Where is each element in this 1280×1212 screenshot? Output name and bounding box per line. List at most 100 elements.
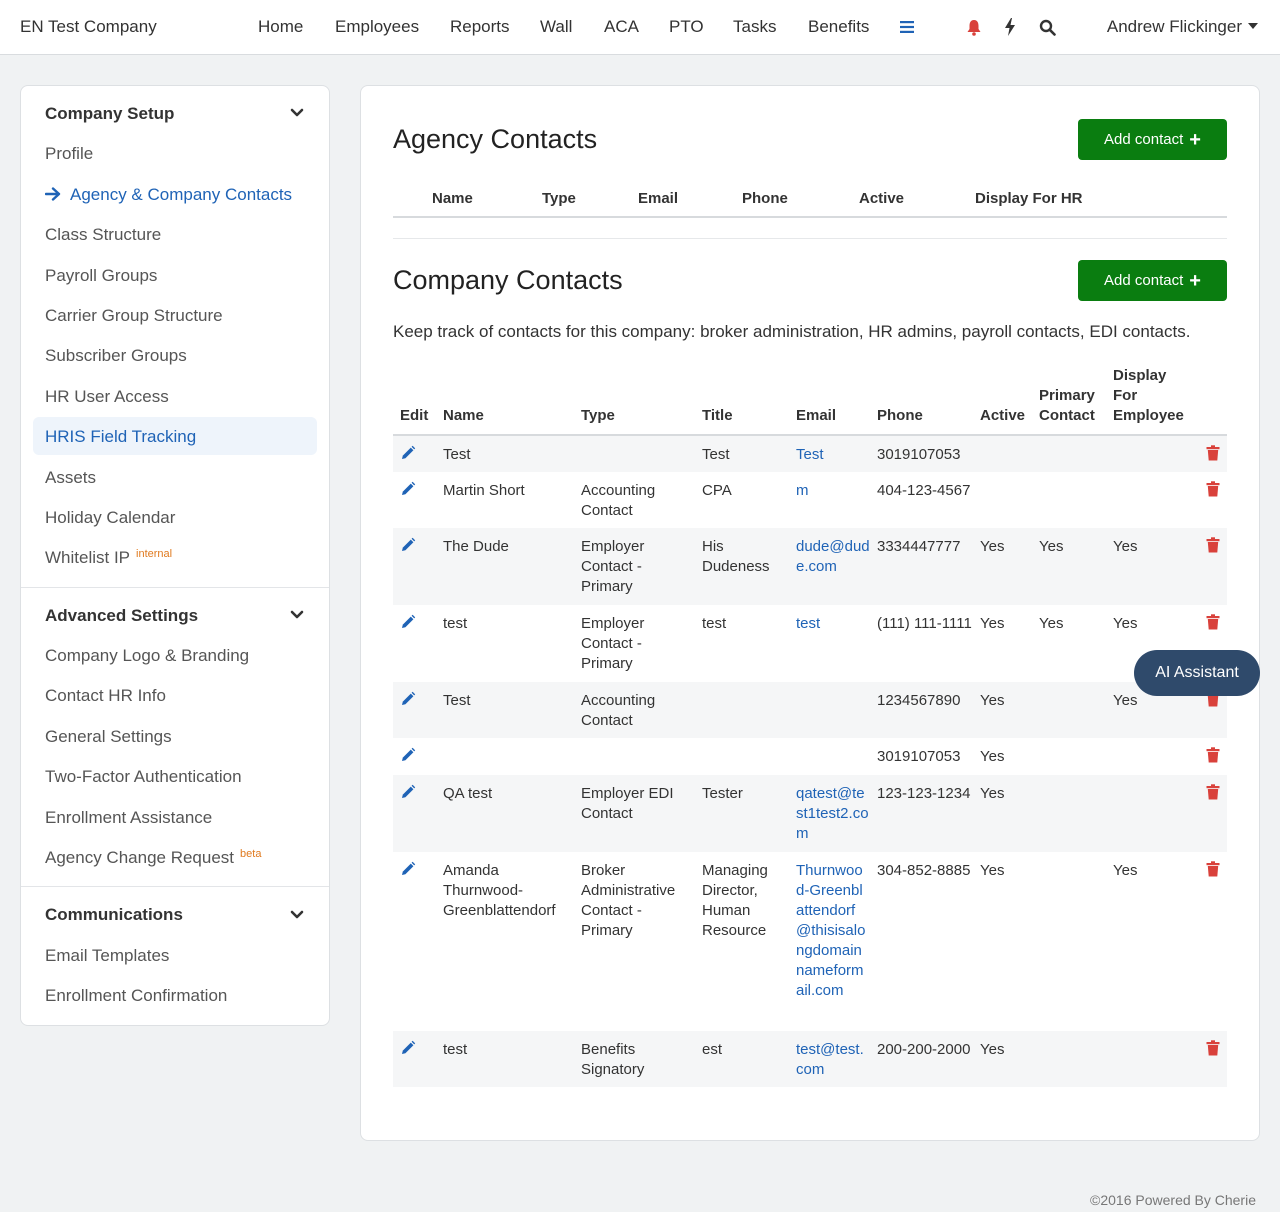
sidebar-item-email-templates[interactable]: Email Templates [45,946,169,966]
pencil-icon[interactable] [400,1040,416,1056]
col-email[interactable]: Email [796,406,836,426]
pencil-icon[interactable] [400,445,416,461]
sidebar-item-assets[interactable]: Assets [45,468,96,488]
col-primary-contact[interactable]: Primary Contact [1039,386,1099,426]
cell-type: Accounting Contact [581,482,656,519]
pencil-icon[interactable] [400,861,416,877]
user-menu[interactable]: Andrew Flickinger [1107,17,1258,37]
sidebar-item-profile[interactable]: Profile [45,144,93,164]
agency-contacts-title: Agency Contacts [393,124,598,154]
sidebar-item-hris-field-tracking[interactable]: HRIS Field Tracking [45,427,196,447]
agency-col-display-for-hr[interactable]: Display For HR [975,190,1083,207]
sidebar-item-contact-hr-info[interactable]: Contact HR Info [45,686,166,706]
pencil-icon[interactable] [400,784,416,800]
col-title[interactable]: Title [702,406,733,426]
bell-icon[interactable] [963,15,985,39]
col-name[interactable]: Name [443,406,484,426]
add-contact-label: Add contact [1104,131,1184,148]
sidebar-item-agency-company-contacts[interactable]: Agency & Company Contacts [44,185,293,205]
trash-icon[interactable] [1206,537,1220,553]
cell-email[interactable]: Test [796,445,870,465]
sidebar-item-enrollment-confirmation[interactable]: Enrollment Confirmation [45,986,227,1006]
agency-col-name[interactable]: Name [432,190,473,207]
nav-tasks[interactable]: Tasks [733,17,776,37]
sidebar-item-holiday-calendar[interactable]: Holiday Calendar [45,508,175,528]
ai-assistant-button[interactable]: AI Assistant [1134,650,1260,696]
trash-icon[interactable] [1206,1040,1220,1056]
chevron-down-icon[interactable] [289,607,305,623]
nav-pto[interactable]: PTO [669,17,704,37]
nav-benefits[interactable]: Benefits [808,17,869,37]
chevron-down-icon[interactable] [289,907,305,923]
pencil-icon[interactable] [400,481,416,497]
nav-wall[interactable]: Wall [540,17,572,37]
cell-name: test [443,1041,468,1058]
col-display-for-employee[interactable]: Display For Employee [1113,366,1184,426]
cell-email[interactable]: test@test.com [796,1040,870,1080]
col-phone[interactable]: Phone [877,406,923,426]
sidebar-item-subscriber-groups[interactable]: Subscriber Groups [45,346,187,366]
pencil-icon[interactable] [400,747,416,763]
menu-icon[interactable] [896,15,918,39]
table-body: Test Test Test 3019107053 Martin Short Accoun… [393,436,1227,1087]
cell-email[interactable]: qatest@test1test2.com [796,784,870,844]
section-communications[interactable]: Communications [45,905,183,925]
cell-email[interactable]: dude@dude.com [796,537,870,577]
nav-home[interactable]: Home [258,17,303,37]
sidebar-item-company-logo-branding[interactable]: Company Logo & Branding [45,646,249,666]
table-row: Amanda Thurnwood-Greenblattendorf Broker … [393,852,1227,1031]
agency-col-active[interactable]: Active [859,190,904,207]
sidebar-item-payroll-groups[interactable]: Payroll Groups [45,266,157,286]
section-divider [393,238,1227,239]
pencil-icon[interactable] [400,614,416,630]
sidebar-item-carrier-group-structure[interactable]: Carrier Group Structure [45,306,223,326]
sidebar-item-enrollment-assistance[interactable]: Enrollment Assistance [45,808,212,828]
sidebar-item-hr-user-access[interactable]: HR User Access [45,387,169,407]
trash-icon[interactable] [1206,861,1220,877]
table-row: QA test Employer EDI Contact Tester qatest@… [393,775,1227,852]
add-agency-contact-button[interactable]: Add contact + [1078,119,1227,160]
sidebar-item-class-structure[interactable]: Class Structure [45,225,161,245]
company-brand[interactable]: EN Test Company [20,17,157,37]
sidebar-item-label: Agency & Company Contacts [70,185,293,204]
agency-col-type[interactable]: Type [542,190,576,207]
cell-name: Test [443,692,471,709]
sidebar-item-general-settings[interactable]: General Settings [45,727,172,747]
cell-email[interactable]: test [796,614,870,634]
bolt-icon[interactable] [999,15,1021,39]
agency-table-rule [393,216,1227,218]
section-advanced-settings[interactable]: Advanced Settings [45,606,198,626]
pencil-icon[interactable] [400,537,416,553]
pencil-icon[interactable] [400,691,416,707]
nav-reports[interactable]: Reports [450,17,510,37]
trash-icon[interactable] [1206,614,1220,630]
plus-icon: + [1189,269,1201,292]
agency-col-phone[interactable]: Phone [742,190,788,207]
sidebar-item-two-factor-authentication[interactable]: Two-Factor Authentication [45,767,242,787]
agency-col-email[interactable]: Email [638,190,678,207]
cell-name: Amanda Thurnwood-Greenblattendorf [443,862,556,919]
cell-phone: 1234567890 [877,692,961,709]
cell-email[interactable]: Thurnwood-Greenblattendorf@thisisalongdo… [796,861,870,1001]
cell-active: Yes [980,615,1005,632]
trash-icon[interactable] [1206,481,1220,497]
company-contacts-title: Company Contacts [393,265,623,295]
sidebar-item-agency-change-request[interactable]: Agency Change Request beta [45,848,261,868]
trash-icon[interactable] [1206,445,1220,461]
nav-aca[interactable]: ACA [604,17,639,37]
trash-icon[interactable] [1206,747,1220,763]
company-contacts-description: Keep track of contacts for this company:… [393,322,1191,341]
chevron-down-icon[interactable] [289,105,305,121]
col-type[interactable]: Type [581,406,615,426]
sidebar-divider [21,587,329,588]
trash-icon[interactable] [1206,784,1220,800]
table-row: Test Test Test 3019107053 [393,436,1227,472]
search-icon[interactable] [1036,15,1058,39]
cell-phone: 3019107053 [877,748,961,765]
cell-email[interactable]: m [796,481,870,501]
col-active[interactable]: Active [980,406,1025,426]
nav-employees[interactable]: Employees [335,17,419,37]
section-company-setup[interactable]: Company Setup [45,104,174,124]
sidebar-item-whitelist-ip[interactable]: Whitelist IP internal [45,548,172,568]
add-company-contact-button[interactable]: Add contact + [1078,260,1227,301]
